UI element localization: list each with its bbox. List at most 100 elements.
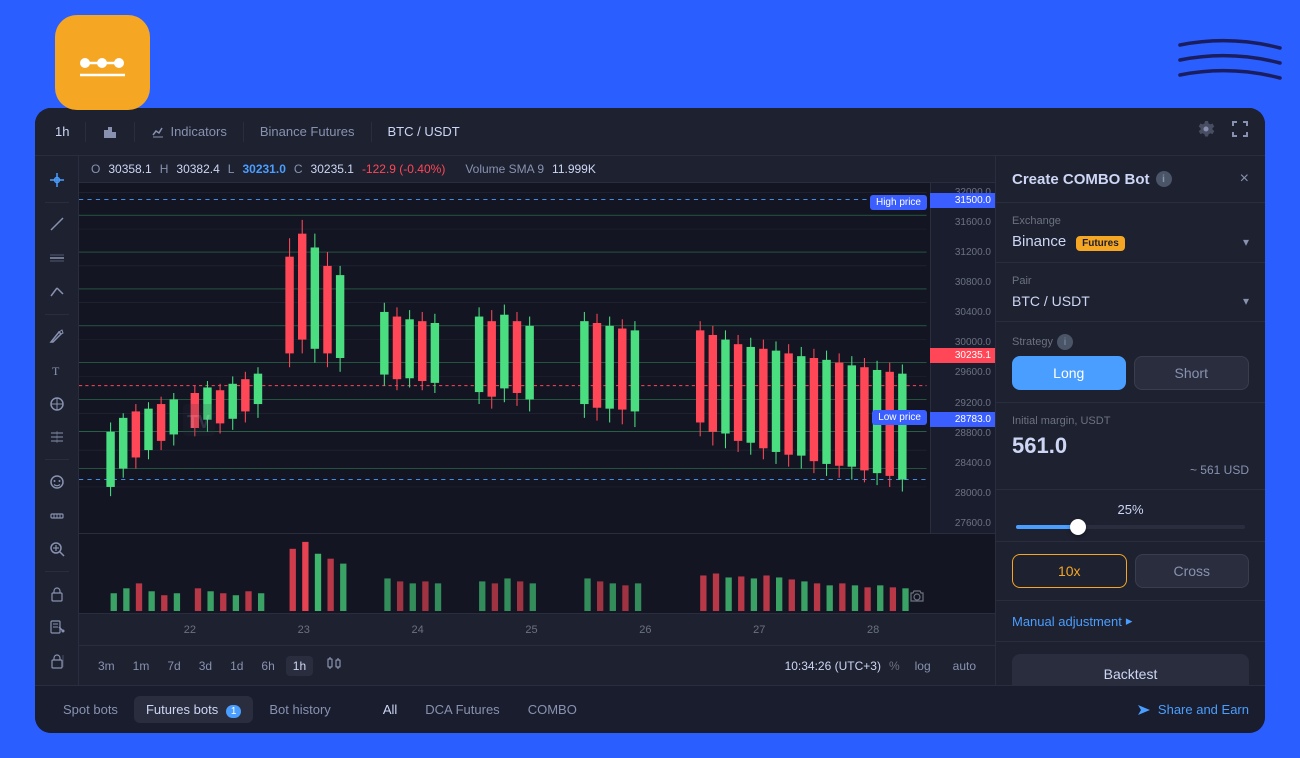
mode-button[interactable]: Cross <box>1135 554 1250 588</box>
close-panel-button[interactable]: × <box>1240 170 1249 188</box>
price-change: -122.9 (-0.40%) <box>362 162 445 176</box>
share-icon <box>1136 702 1152 718</box>
share-and-earn-button[interactable]: Share and Earn <box>1136 702 1249 718</box>
filter-combo[interactable]: COMBO <box>516 696 589 723</box>
lock-tool[interactable] <box>41 578 73 610</box>
main-container: 1h Indicators Binance Futures BTC / USDT <box>35 108 1265 733</box>
emoji-tool[interactable] <box>41 466 73 498</box>
strategy-section: Strategy i Long Short <box>996 322 1265 403</box>
tool-separator-2 <box>45 314 69 315</box>
futures-badge: Futures <box>1076 236 1125 251</box>
measure-tool[interactable] <box>41 500 73 532</box>
line-tool[interactable] <box>41 209 73 241</box>
timeframe-1m[interactable]: 1m <box>126 656 157 676</box>
manual-adjustment-link[interactable]: Manual adjustment ▸ <box>1012 613 1249 629</box>
low-price-value: 28783.0 <box>930 412 995 427</box>
indicators-button[interactable]: Indicators <box>143 120 234 143</box>
toolbar-right <box>1193 116 1253 147</box>
crosshair-icon <box>49 172 65 188</box>
exchange-name: Binance <box>1012 233 1066 250</box>
timeframe-7d[interactable]: 7d <box>160 656 187 676</box>
high-value: 30382.4 <box>176 162 219 176</box>
timeframe-1d[interactable]: 1d <box>223 656 250 676</box>
filter-tabs: All DCA Futures COMBO <box>371 696 589 723</box>
futures-bots-tab[interactable]: Futures bots 1 <box>134 696 253 723</box>
fullscreen-button[interactable] <box>1227 116 1253 147</box>
emoji-icon <box>49 474 65 490</box>
pair-value-row[interactable]: BTC / USDT ▾ <box>1012 293 1249 309</box>
right-panel: Create COMBO Bot i × Exchange Binance Fu… <box>995 156 1265 685</box>
date-28: 28 <box>816 624 930 636</box>
high-price-label: High price <box>870 195 927 210</box>
timeframe-6h[interactable]: 6h <box>254 656 281 676</box>
toolbar-separator-4 <box>371 122 372 142</box>
bot-history-tab[interactable]: Bot history <box>257 696 342 723</box>
compare-button[interactable] <box>94 120 126 144</box>
toolbar: 1h Indicators Binance Futures BTC / USDT <box>35 108 1265 156</box>
strategy-info-icon[interactable]: i <box>1057 334 1073 350</box>
short-button[interactable]: Short <box>1134 356 1250 390</box>
chart-type-button[interactable] <box>325 654 343 677</box>
text-icon: T <box>49 362 65 378</box>
filter-dca[interactable]: DCA Futures <box>413 696 511 723</box>
text-tool[interactable]: T <box>41 354 73 386</box>
pair-label: Pair <box>1012 275 1249 287</box>
indicators-icon <box>151 125 165 139</box>
leverage-button[interactable]: 10x <box>1012 554 1127 588</box>
toolbar-separator-3 <box>243 122 244 142</box>
fibonacci-tool[interactable] <box>41 421 73 453</box>
strategy-buttons: Long Short <box>1012 356 1249 390</box>
multi-line-tool[interactable] <box>41 276 73 308</box>
crosshair-tool[interactable] <box>41 164 73 196</box>
date-23: 23 <box>247 624 361 636</box>
panel-header: Create COMBO Bot i × <box>996 156 1265 203</box>
slider-thumb[interactable] <box>1070 519 1086 535</box>
camera-tool[interactable] <box>909 588 925 609</box>
pen-tool[interactable] <box>41 321 73 353</box>
slider-track[interactable] <box>1016 525 1245 529</box>
spot-bots-tab[interactable]: Spot bots <box>51 696 130 723</box>
secure-tool[interactable] <box>41 645 73 677</box>
volume-chart <box>79 534 995 613</box>
horizontal-line-icon <box>49 250 65 266</box>
annotation-tool[interactable] <box>41 612 73 644</box>
approx-value: ~ 561 USD <box>1012 463 1249 477</box>
toolbar-separator-1 <box>85 122 86 142</box>
shape-icon <box>49 396 65 412</box>
time-controls: 3m 1m 7d 3d 1d 6h 1h <box>79 645 995 685</box>
close-value: 30235.1 <box>311 162 354 176</box>
content-area: T <box>35 156 1265 685</box>
auto-btn[interactable]: auto <box>946 656 983 676</box>
timeframe-1h[interactable]: 1h <box>286 656 313 676</box>
date-26: 26 <box>588 624 702 636</box>
close-label: C <box>294 162 303 176</box>
horizontal-line-tool[interactable] <box>41 242 73 274</box>
low-price-label: Low price <box>872 410 927 425</box>
chart-canvas[interactable]: TV 32000.0 31600.0 31200.0 30800.0 30400… <box>79 183 995 533</box>
gear-icon <box>1197 120 1215 138</box>
exchange-selector[interactable]: Binance Futures <box>252 120 363 143</box>
strategy-label: Strategy <box>1012 336 1053 348</box>
lock-icon <box>49 586 65 602</box>
log-btn[interactable]: log <box>908 656 938 676</box>
filter-all[interactable]: All <box>371 696 409 723</box>
zoom-icon <box>49 541 65 557</box>
shape-tool[interactable] <box>41 388 73 420</box>
app-logo <box>55 15 150 110</box>
tool-separator-3 <box>45 459 69 460</box>
slider-section: 25% <box>996 490 1265 542</box>
toolbar-separator-2 <box>134 122 135 142</box>
info-icon[interactable]: i <box>1156 171 1172 187</box>
low-value: 30231.0 <box>242 162 285 176</box>
timeframe-3m[interactable]: 3m <box>91 656 122 676</box>
timeframe-selector[interactable]: 1h <box>47 120 77 143</box>
zoom-tool[interactable] <box>41 533 73 565</box>
backtest-button[interactable]: Backtest <box>1012 654 1249 685</box>
long-button[interactable]: Long <box>1012 356 1126 390</box>
pair-selector[interactable]: BTC / USDT <box>380 120 468 143</box>
svg-text:T: T <box>52 364 60 378</box>
line-icon <box>49 216 65 232</box>
exchange-value[interactable]: Binance Futures ▾ <box>1012 233 1249 250</box>
settings-button[interactable] <box>1193 116 1219 147</box>
timeframe-3d[interactable]: 3d <box>192 656 219 676</box>
